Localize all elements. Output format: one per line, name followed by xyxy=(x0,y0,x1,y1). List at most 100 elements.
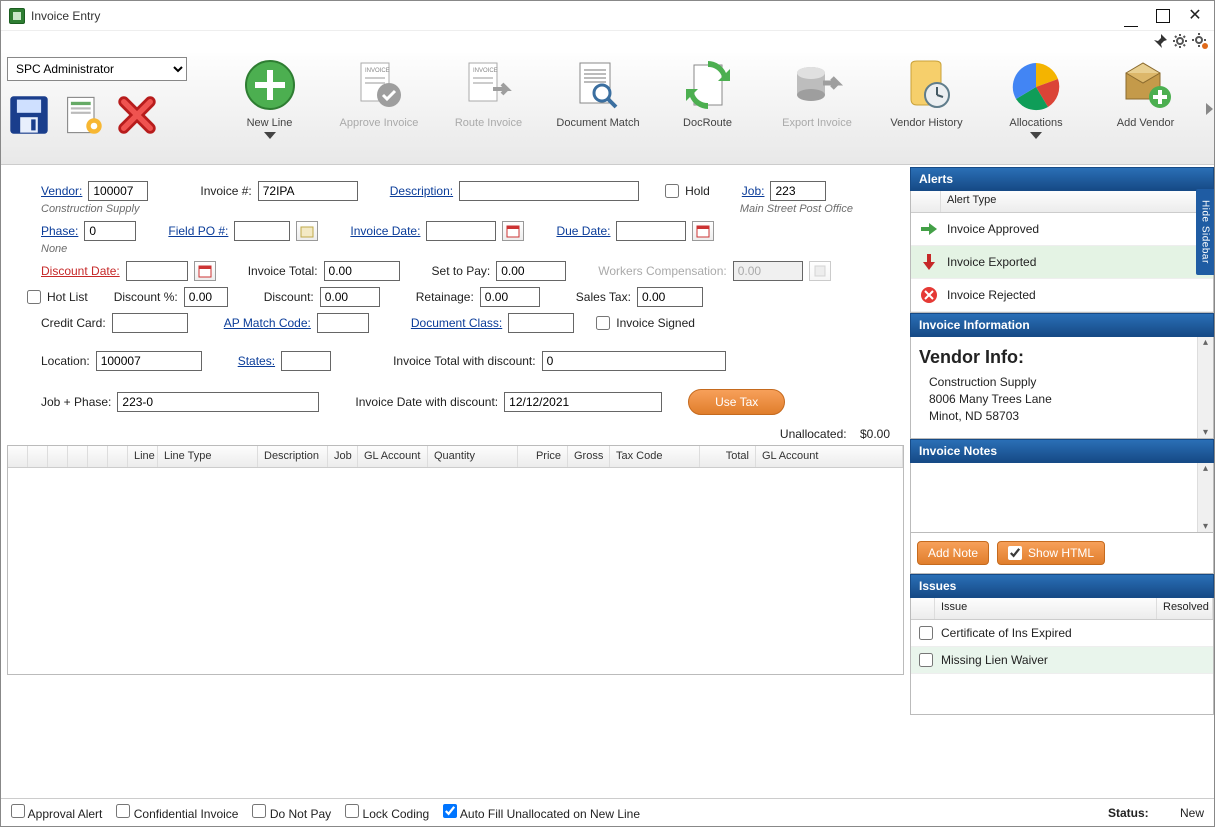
issue-lien-checkbox[interactable] xyxy=(919,653,933,667)
reject-icon xyxy=(919,285,939,305)
col-line[interactable]: Line xyxy=(128,446,158,467)
discount-date-field[interactable] xyxy=(126,261,188,281)
col-tax-code[interactable]: Tax Code xyxy=(610,446,700,467)
gear-icon[interactable] xyxy=(1172,33,1188,52)
allocations-button[interactable]: Allocations xyxy=(984,57,1089,129)
issue-row-lien[interactable]: Missing Lien Waiver xyxy=(911,647,1213,674)
resolved-col[interactable]: Resolved xyxy=(1157,598,1213,619)
col-quantity[interactable]: Quantity xyxy=(428,446,518,467)
do-not-pay-option[interactable]: Do Not Pay xyxy=(252,804,331,821)
phase-label[interactable]: Phase: xyxy=(41,224,78,238)
new-line-dropdown-icon[interactable] xyxy=(264,132,276,139)
show-html-checkbox[interactable] xyxy=(1008,546,1022,560)
field-po-label[interactable]: Field PO #: xyxy=(168,224,228,238)
states-field[interactable] xyxy=(281,351,331,371)
field-po-picker-icon[interactable] xyxy=(296,221,318,241)
vendor-field[interactable] xyxy=(88,181,148,201)
invoice-total-field[interactable] xyxy=(324,261,400,281)
vendor-label[interactable]: Vendor: xyxy=(41,184,82,198)
pin-icon[interactable] xyxy=(1152,33,1168,52)
field-po-field[interactable] xyxy=(234,221,290,241)
doc-route-button[interactable]: DocRoute xyxy=(655,57,760,129)
col-description[interactable]: Description xyxy=(258,446,328,467)
toolbar-overflow-icon[interactable] xyxy=(1206,103,1213,115)
date-disc-field[interactable] xyxy=(504,392,662,412)
retainage-field[interactable] xyxy=(480,287,540,307)
invoice-date-calendar-icon[interactable] xyxy=(502,221,524,241)
col-total[interactable]: Total xyxy=(700,446,756,467)
issue-cert-checkbox[interactable] xyxy=(919,626,933,640)
export-invoice-button[interactable]: Export Invoice xyxy=(765,57,870,129)
ap-match-field[interactable] xyxy=(317,313,369,333)
show-html-toggle[interactable]: Show HTML xyxy=(997,541,1105,565)
set-to-pay-label: Set to Pay: xyxy=(432,264,491,278)
lines-grid[interactable]: Line Line Type Description Job GL Accoun… xyxy=(7,445,904,675)
allocations-dropdown-icon[interactable] xyxy=(1030,132,1042,139)
col-gl-account-2[interactable]: GL Account xyxy=(756,446,903,467)
due-date-calendar-icon[interactable] xyxy=(692,221,714,241)
route-invoice-button[interactable]: INVOICE Route Invoice xyxy=(436,57,541,129)
job-phase-field[interactable] xyxy=(117,392,319,412)
doc-class-field[interactable] xyxy=(508,313,574,333)
issue-row-cert[interactable]: Certificate of Ins Expired xyxy=(911,620,1213,647)
col-price[interactable]: Price xyxy=(518,446,568,467)
ap-match-label[interactable]: AP Match Code: xyxy=(224,316,311,330)
maximize-button[interactable] xyxy=(1156,9,1170,23)
confidential-option[interactable]: Confidential Invoice xyxy=(116,804,238,821)
invoice-date-label[interactable]: Invoice Date: xyxy=(350,224,420,238)
discount-pct-field[interactable] xyxy=(184,287,228,307)
invoice-date-field[interactable] xyxy=(426,221,496,241)
issue-col[interactable]: Issue xyxy=(935,598,1157,619)
location-field[interactable] xyxy=(96,351,202,371)
add-note-button[interactable]: Add Note xyxy=(917,541,989,565)
discount-field[interactable] xyxy=(320,287,380,307)
add-vendor-button[interactable]: Add Vendor xyxy=(1093,57,1198,129)
discount-date-label[interactable]: Discount Date: xyxy=(41,264,120,278)
alert-row-exported[interactable]: Invoice Exported xyxy=(911,246,1213,279)
document-match-button[interactable]: Document Match xyxy=(546,57,651,129)
auto-fill-option[interactable]: Auto Fill Unallocated on New Line xyxy=(443,804,640,821)
delete-button[interactable] xyxy=(115,93,159,137)
hold-checkbox[interactable] xyxy=(665,184,679,198)
due-date-label[interactable]: Due Date: xyxy=(556,224,610,238)
invoice-num-field[interactable] xyxy=(258,181,358,201)
alert-row-approved[interactable]: Invoice Approved xyxy=(911,213,1213,246)
gear-alert-icon[interactable] xyxy=(1192,33,1208,52)
vendor-history-button[interactable]: Vendor History xyxy=(874,57,979,129)
discount-date-calendar-icon[interactable] xyxy=(194,261,216,281)
save-button[interactable] xyxy=(7,93,51,137)
approve-invoice-button[interactable]: INVOICE Approve Invoice xyxy=(327,57,432,129)
hide-sidebar-button[interactable]: Hide Sidebar xyxy=(1196,189,1214,275)
invoice-signed-checkbox[interactable] xyxy=(596,316,610,330)
credit-card-field[interactable] xyxy=(112,313,188,333)
new-invoice-button[interactable] xyxy=(61,93,105,137)
set-to-pay-field[interactable] xyxy=(496,261,566,281)
description-field[interactable] xyxy=(459,181,639,201)
col-line-type[interactable]: Line Type xyxy=(158,446,258,467)
svg-text:INVOICE: INVOICE xyxy=(473,68,498,74)
due-date-field[interactable] xyxy=(616,221,686,241)
col-gross[interactable]: Gross xyxy=(568,446,610,467)
close-button[interactable]: ✕ xyxy=(1188,9,1202,23)
lock-coding-option[interactable]: Lock Coding xyxy=(345,804,429,821)
phase-field[interactable] xyxy=(84,221,136,241)
col-gl-account[interactable]: GL Account xyxy=(358,446,428,467)
user-select[interactable]: SPC Administrator xyxy=(7,57,187,81)
total-disc-field[interactable] xyxy=(542,351,726,371)
new-line-button[interactable]: New Line xyxy=(217,57,322,129)
col-job[interactable]: Job xyxy=(328,446,358,467)
hot-list-checkbox[interactable] xyxy=(27,290,41,304)
vendor-info-name: Construction Supply xyxy=(929,374,1195,391)
invoice-notes-area[interactable]: ▴▾ xyxy=(910,463,1214,533)
states-label[interactable]: States: xyxy=(238,354,275,368)
use-tax-button[interactable]: Use Tax xyxy=(688,389,785,415)
approval-alert-option[interactable]: Approval Alert xyxy=(11,804,102,821)
description-label[interactable]: Description: xyxy=(390,184,453,198)
doc-class-label[interactable]: Document Class: xyxy=(411,316,502,330)
job-label[interactable]: Job: xyxy=(742,184,765,198)
job-field[interactable] xyxy=(770,181,826,201)
alert-type-col[interactable]: Alert Type xyxy=(941,191,1213,212)
minimize-button[interactable] xyxy=(1124,9,1138,23)
sales-tax-field[interactable] xyxy=(637,287,703,307)
alert-row-rejected[interactable]: Invoice Rejected xyxy=(911,279,1213,312)
